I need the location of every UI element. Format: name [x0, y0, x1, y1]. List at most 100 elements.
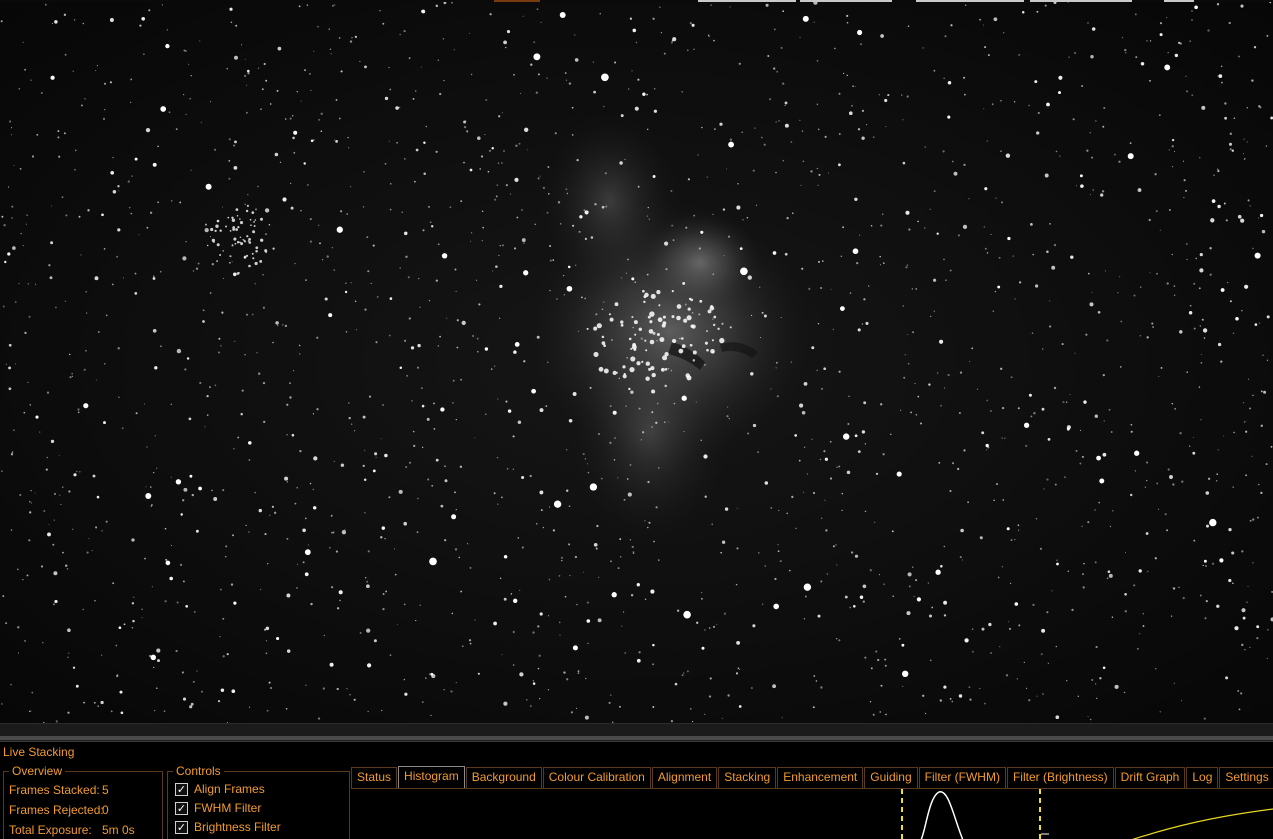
star [1235, 317, 1239, 321]
star [653, 540, 655, 543]
star [384, 162, 387, 165]
star [491, 146, 494, 150]
star [380, 438, 382, 440]
star [1070, 255, 1074, 259]
star [521, 546, 524, 549]
star [634, 281, 636, 283]
star [232, 226, 236, 229]
panel-splitter[interactable] [0, 723, 1273, 741]
star [1159, 229, 1161, 231]
star [255, 250, 258, 253]
star [306, 4, 309, 6]
star [241, 389, 244, 392]
tab-histogram[interactable]: Histogram [398, 766, 465, 789]
fwhm-filter-checkbox[interactable]: ✓ FWHM Filter [175, 800, 261, 816]
star [22, 41, 24, 43]
star [332, 531, 335, 534]
star [671, 290, 674, 293]
star [960, 528, 964, 533]
star [96, 495, 100, 499]
star [490, 368, 493, 370]
star [515, 144, 518, 147]
histogram-plot[interactable] [351, 789, 1273, 839]
star [1249, 407, 1251, 410]
star [116, 255, 119, 258]
star [803, 583, 812, 591]
star [1201, 105, 1206, 110]
star [1121, 36, 1124, 39]
star [1189, 40, 1192, 42]
tab-filter-fwhm[interactable]: Filter (FWHM) [918, 767, 1006, 788]
image-viewport[interactable] [0, 2, 1273, 723]
star [603, 301, 605, 303]
star [443, 689, 445, 691]
star [334, 4, 336, 6]
tab-background[interactable]: Background [465, 767, 542, 788]
star [1127, 153, 1134, 160]
star [1191, 10, 1193, 12]
star [958, 694, 963, 698]
star [243, 239, 245, 242]
star [370, 282, 372, 284]
star [211, 489, 213, 492]
tab-drift-graph[interactable]: Drift Graph [1114, 767, 1186, 788]
star [1028, 393, 1032, 397]
star [656, 289, 661, 295]
star [244, 354, 246, 356]
star [103, 421, 106, 425]
star [330, 514, 333, 517]
star [554, 132, 557, 135]
tab-stacking[interactable]: Stacking [718, 767, 777, 788]
star [755, 204, 758, 206]
splitter-grip[interactable] [0, 736, 1273, 740]
star [566, 285, 573, 292]
tab-settings[interactable]: Settings [1219, 767, 1273, 788]
tab-alignment[interactable]: Alignment [651, 767, 718, 788]
star [869, 701, 872, 703]
star [905, 210, 910, 215]
star [882, 213, 884, 215]
star [559, 634, 561, 636]
star [489, 13, 492, 16]
tab-status[interactable]: Status [351, 767, 398, 788]
star [1124, 52, 1127, 54]
star [204, 426, 206, 428]
check-icon[interactable]: ✓ [175, 801, 188, 815]
star [83, 701, 85, 704]
star [367, 663, 372, 668]
brightness-filter-checkbox[interactable]: ✓ Brightness Filter [175, 819, 281, 835]
star [575, 264, 577, 266]
star [1074, 51, 1077, 55]
tab-enhancement[interactable]: Enhancement [777, 767, 864, 788]
star [1173, 682, 1175, 684]
tab-filter-brightness[interactable]: Filter (Brightness) [1006, 767, 1114, 788]
star [421, 9, 425, 13]
star [428, 299, 431, 302]
star [454, 548, 458, 551]
star [497, 503, 499, 505]
star [647, 206, 649, 209]
tab-colour-calibration[interactable]: Colour Calibration [542, 767, 651, 788]
star [131, 626, 134, 629]
star [1059, 155, 1061, 157]
star [134, 292, 138, 295]
star [294, 502, 297, 505]
star [586, 619, 591, 623]
align-frames-checkbox[interactable]: ✓ Align Frames [175, 781, 265, 797]
star [181, 671, 184, 674]
star [1001, 437, 1003, 439]
tab-log[interactable]: Log [1186, 767, 1219, 788]
tab-guiding[interactable]: Guiding [864, 767, 918, 788]
star [1095, 645, 1098, 649]
star [943, 614, 947, 617]
star [619, 555, 622, 558]
star [1149, 40, 1152, 42]
star [648, 521, 651, 524]
check-icon[interactable]: ✓ [175, 820, 188, 834]
star [575, 707, 578, 710]
star [421, 701, 424, 703]
star [836, 564, 838, 566]
star [183, 487, 188, 492]
star [331, 586, 334, 589]
check-icon[interactable]: ✓ [175, 782, 188, 796]
